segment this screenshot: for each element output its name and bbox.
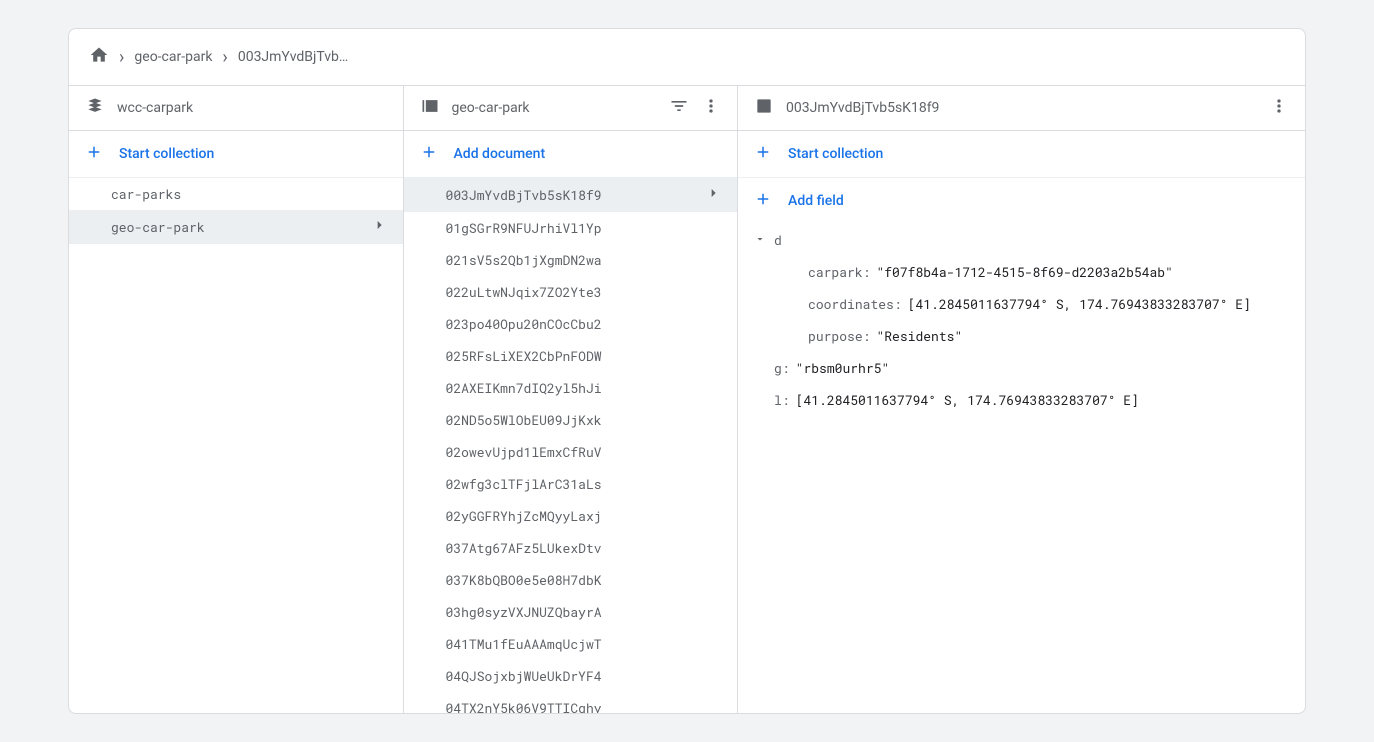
document-item[interactable]: 02yGGFRYhjZcMQyyLaxj bbox=[404, 500, 738, 532]
field-row[interactable]: purpose: "Residents" bbox=[738, 320, 1305, 352]
database-icon bbox=[85, 96, 105, 120]
column-title: wcc-carpark bbox=[117, 100, 387, 116]
collection-icon bbox=[420, 96, 440, 120]
breadcrumb-item[interactable]: geo-car-park bbox=[134, 49, 212, 65]
plus-icon bbox=[420, 143, 438, 165]
add-field-button[interactable]: Add field bbox=[738, 178, 1305, 224]
field-value: [41.2845011637794° S, 174.76943833283707… bbox=[908, 292, 1251, 316]
column-header: wcc-carpark bbox=[69, 86, 403, 131]
item-label: 003JmYvdBjTvb5sK18f9 bbox=[446, 186, 602, 204]
document-item[interactable]: 03hg0syzVXJNUZQbayrA bbox=[404, 596, 738, 628]
field-key: carpark: bbox=[808, 260, 870, 284]
document-item[interactable]: 01gSGrR9NFUJrhiVl1Yp bbox=[404, 212, 738, 244]
plus-icon bbox=[85, 143, 103, 165]
item-label: car-parks bbox=[111, 185, 181, 203]
start-collection-button[interactable]: Start collection bbox=[69, 131, 403, 178]
firestore-panel: › geo-car-park › 003JmYvdBjTvb… wcc-carp… bbox=[68, 28, 1306, 714]
item-label: 037K8bQBO0e5e08H7dbK bbox=[446, 571, 602, 589]
item-label: 02ND5o5WlObEU09JjKxk bbox=[446, 411, 602, 429]
action-label: Add field bbox=[788, 193, 844, 209]
start-collection-button[interactable]: Start collection bbox=[738, 131, 1305, 178]
document-item[interactable]: 003JmYvdBjTvb5sK18f9 bbox=[404, 178, 738, 212]
document-item[interactable]: 037K8bQBO0e5e08H7dbK bbox=[404, 564, 738, 596]
chevron-right-icon bbox=[363, 217, 387, 237]
column-root: wcc-carpark Start collection car-parks ge… bbox=[69, 86, 404, 713]
item-label: 021sV5s2Qb1jXgmDN2wa bbox=[446, 251, 602, 269]
document-fields: d carpark: "f07f8b4a-1712-4515-8f69-d220… bbox=[738, 224, 1305, 416]
action-label: Start collection bbox=[119, 146, 214, 162]
field-key: d bbox=[774, 228, 782, 252]
documents-list: 003JmYvdBjTvb5sK18f9 01gSGrR9NFUJrhiVl1Yp… bbox=[404, 178, 738, 713]
chevron-right-icon: › bbox=[119, 47, 124, 68]
document-item[interactable]: 041TMu1fEuAAAmqUcjwT bbox=[404, 628, 738, 660]
document-item[interactable]: 02ND5o5WlObEU09JjKxk bbox=[404, 404, 738, 436]
chevron-right-icon bbox=[697, 185, 721, 205]
filter-icon[interactable] bbox=[669, 96, 689, 120]
column-document: 003JmYvdBjTvb5sK18f9 Start collection Ad… bbox=[738, 86, 1305, 713]
item-label: 023po40Opu20nCOcCbu2 bbox=[446, 315, 602, 333]
more-vert-icon[interactable] bbox=[1269, 96, 1289, 120]
caret-down-icon[interactable] bbox=[754, 228, 774, 252]
item-label: 025RFsLiXEX2CbPnFODW bbox=[446, 347, 602, 365]
document-item[interactable]: 04QJSojxbjWUeUkDrYF4 bbox=[404, 660, 738, 692]
action-label: Add document bbox=[454, 146, 546, 162]
field-map[interactable]: d bbox=[738, 224, 1305, 256]
column-title: geo-car-park bbox=[452, 100, 658, 116]
field-value: "rbsm0urhr5" bbox=[796, 356, 890, 380]
root-collections-list: car-parks geo-car-park bbox=[69, 178, 403, 713]
document-item[interactable]: 04TX2nY5k06V9TTICghy bbox=[404, 692, 738, 713]
item-label: 022uLtwNJqix7ZO2Yte3 bbox=[446, 283, 602, 301]
home-icon[interactable] bbox=[89, 45, 109, 69]
add-document-button[interactable]: Add document bbox=[404, 131, 738, 178]
document-icon bbox=[754, 96, 774, 120]
item-label: 02yGGFRYhjZcMQyyLaxj bbox=[446, 507, 602, 525]
item-label: 041TMu1fEuAAAmqUcjwT bbox=[446, 635, 602, 653]
item-label: 01gSGrR9NFUJrhiVl1Yp bbox=[446, 219, 602, 237]
document-item[interactable]: 037Atg67AFz5LUkexDtv bbox=[404, 532, 738, 564]
action-label: Start collection bbox=[788, 146, 883, 162]
document-item[interactable]: 021sV5s2Qb1jXgmDN2wa bbox=[404, 244, 738, 276]
document-item[interactable]: 02wfg3clTFjlArC31aLs bbox=[404, 468, 738, 500]
chevron-right-icon: › bbox=[222, 47, 227, 68]
field-value: "Residents" bbox=[876, 324, 962, 348]
document-item[interactable]: 02AXEIKmn7dIQ2yl5hJi bbox=[404, 372, 738, 404]
more-vert-icon[interactable] bbox=[701, 96, 721, 120]
field-row[interactable]: coordinates: [41.2845011637794° S, 174.7… bbox=[738, 288, 1305, 320]
field-value: "f07f8b4a-1712-4515-8f69-d2203a2b54ab" bbox=[876, 260, 1172, 284]
field-value: [41.2845011637794° S, 174.76943833283707… bbox=[796, 388, 1139, 412]
column-title: 003JmYvdBjTvb5sK18f9 bbox=[786, 100, 1257, 116]
collection-item[interactable]: geo-car-park bbox=[69, 210, 403, 244]
document-item[interactable]: 022uLtwNJqix7ZO2Yte3 bbox=[404, 276, 738, 308]
item-label: 02owevUjpd1lEmxCfRuV bbox=[446, 443, 602, 461]
plus-icon bbox=[754, 190, 772, 212]
breadcrumb-item[interactable]: 003JmYvdBjTvb… bbox=[238, 49, 348, 65]
column-header: 003JmYvdBjTvb5sK18f9 bbox=[738, 86, 1305, 131]
document-item[interactable]: 02owevUjpd1lEmxCfRuV bbox=[404, 436, 738, 468]
field-key: coordinates: bbox=[808, 292, 902, 316]
columns: wcc-carpark Start collection car-parks ge… bbox=[69, 86, 1305, 713]
column-header: geo-car-park bbox=[404, 86, 738, 131]
field-key: l: bbox=[774, 388, 790, 412]
document-item[interactable]: 023po40Opu20nCOcCbu2 bbox=[404, 308, 738, 340]
collection-item[interactable]: car-parks bbox=[69, 178, 403, 210]
column-collection: geo-car-park Add document 003JmYvdBjTvb5… bbox=[404, 86, 739, 713]
item-label: 02wfg3clTFjlArC31aLs bbox=[446, 475, 602, 493]
breadcrumb: › geo-car-park › 003JmYvdBjTvb… bbox=[69, 29, 1305, 86]
field-row[interactable]: g: "rbsm0urhr5" bbox=[738, 352, 1305, 384]
item-label: 02AXEIKmn7dIQ2yl5hJi bbox=[446, 379, 602, 397]
field-key: purpose: bbox=[808, 324, 870, 348]
item-label: geo-car-park bbox=[111, 218, 205, 236]
plus-icon bbox=[754, 143, 772, 165]
item-label: 037Atg67AFz5LUkexDtv bbox=[446, 539, 602, 557]
item-label: 04QJSojxbjWUeUkDrYF4 bbox=[446, 667, 602, 685]
item-label: 03hg0syzVXJNUZQbayrA bbox=[446, 603, 602, 621]
field-key: g: bbox=[774, 356, 790, 380]
field-row[interactable]: l: [41.2845011637794° S, 174.76943833283… bbox=[738, 384, 1305, 416]
field-row[interactable]: carpark: "f07f8b4a-1712-4515-8f69-d2203a… bbox=[738, 256, 1305, 288]
item-label: 04TX2nY5k06V9TTICghy bbox=[446, 699, 602, 713]
document-item[interactable]: 025RFsLiXEX2CbPnFODW bbox=[404, 340, 738, 372]
